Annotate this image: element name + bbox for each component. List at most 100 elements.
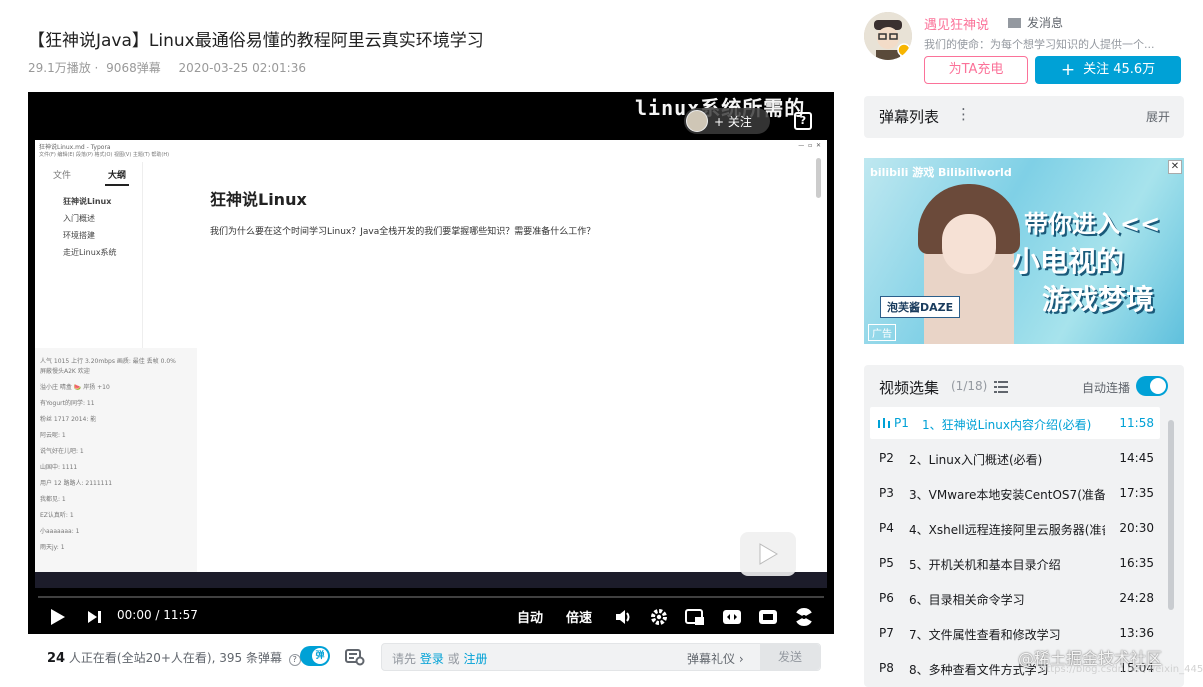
episode-number: P7 [879, 626, 894, 640]
playing-icon [878, 418, 890, 428]
episode-number: P1 [894, 416, 909, 430]
up-avatar[interactable] [864, 12, 912, 60]
time-separator: / [151, 608, 164, 622]
doc-scrollbar [816, 158, 821, 198]
avatar-icon [864, 12, 912, 60]
chat-line: 山国中: 1111 [40, 464, 78, 471]
help-icon[interactable]: ? [794, 112, 812, 130]
episode-item[interactable]: P3 3、VMware本地安装CentOS7(准备工作) 17:35 [870, 477, 1160, 509]
fullscreen-icon[interactable] [794, 607, 814, 627]
episode-title: 5、开机关机和基本目录介绍 [909, 558, 1061, 572]
danmaku-input[interactable]: 请先 登录 或 注册 弹幕礼仪 › 发送 [381, 643, 821, 671]
volume-icon[interactable] [614, 608, 632, 626]
episode-duration: 20:30 [1119, 521, 1154, 535]
danmaku-list-header[interactable]: 弹幕列表 ⋮ 展开 [864, 96, 1184, 138]
episode-item[interactable]: P6 6、目录相关命令学习 24:28 [870, 582, 1160, 614]
chat-line: 雨天jy: 1 [40, 544, 65, 551]
auto-quality-button[interactable]: 自动 [517, 607, 543, 626]
episode-item[interactable]: P5 5、开机关机和基本目录介绍 16:35 [870, 547, 1160, 579]
danmaku-count: 9068弹幕 [106, 61, 161, 75]
ad-headline: 小电视的 [1012, 245, 1125, 278]
typora-sidebar: 文件 大纲 狂神说Linux 入门概述 环境搭建 走近Linux系统 [35, 162, 143, 372]
danmaku-etiquette-link[interactable]: 弹幕礼仪 › [687, 650, 744, 667]
live-chat-panel: 人气 1015 上行 3.20mbps 画质: 最佳 丢帧 0.0% 屏蔽慢头A… [35, 348, 197, 572]
player-follow-label: + 关注 [714, 114, 752, 129]
episode-duration: 16:35 [1119, 556, 1154, 570]
danmaku-settings-icon[interactable] [345, 648, 365, 666]
chat-line: 屏蔽慢头A2K 欢迎 [40, 368, 90, 375]
ad-headline: 带你进入<< [1024, 210, 1161, 238]
center-play-button[interactable] [740, 532, 796, 576]
outline-item: 入门概述 [63, 214, 95, 223]
episode-duration: 14:45 [1119, 451, 1154, 465]
player-follow-button[interactable]: + 关注 [684, 108, 770, 134]
next-icon[interactable] [86, 609, 102, 625]
play-icon[interactable] [48, 608, 66, 626]
danmaku-list-title: 弹幕列表 [879, 108, 940, 126]
close-icon[interactable]: ✕ [1168, 160, 1182, 174]
progress-bar[interactable] [38, 596, 824, 598]
episode-item[interactable]: P2 2、Linux入门概述(必看) 14:45 [870, 442, 1160, 474]
autoplay-label: 自动连播 [1082, 381, 1131, 395]
login-link[interactable]: 登录 [420, 652, 444, 666]
play-icon [759, 543, 778, 565]
episode-item[interactable]: P1 1、狂神说Linux内容介绍(必看) 11:58 [870, 407, 1160, 439]
episode-title: 4、Xshell远程连接阿里云服务器(准备... [909, 523, 1105, 537]
avatar [686, 110, 708, 132]
pip-icon[interactable] [685, 608, 705, 626]
episode-count: (1/18) [951, 379, 988, 393]
settings-icon[interactable] [650, 608, 668, 626]
episode-duration: 11:58 [1119, 416, 1154, 430]
login-prompt: 请先 [392, 652, 420, 666]
more-icon[interactable]: ⋮ [956, 105, 971, 123]
publish-date: 2020-03-25 02:01:36 [178, 61, 306, 75]
time-display: 00:00 / 11:57 [117, 608, 198, 622]
ad-banner[interactable]: bilibili 游戏 Bilibiliworld 带你进入<< 小电视的 游戏… [864, 158, 1184, 344]
chat-line: 阿云呢: 1 [40, 432, 66, 439]
outline-item: 走近Linux系统 [63, 248, 117, 257]
episode-item[interactable]: P4 4、Xshell远程连接阿里云服务器(准备... 20:30 [870, 512, 1160, 544]
video-player[interactable]: 狂神说Linux.md - Typora 文件(F) 编辑(E) 段落(P) 格… [28, 92, 834, 634]
episode-number: P5 [879, 556, 894, 570]
expand-button[interactable]: 展开 [1146, 108, 1170, 125]
viewer-count: 24 [47, 651, 66, 666]
autoplay-toggle[interactable] [1136, 376, 1168, 396]
speed-button[interactable]: 倍速 [566, 607, 592, 626]
episode-list-scrollbar[interactable] [1168, 420, 1174, 610]
episode-title: 7、文件属性查看和修改学习 [909, 628, 1061, 642]
charge-button[interactable]: 为TA充电 [924, 56, 1028, 84]
watermark-url: https://blog.csdn.net/weixin_44560643 [1040, 664, 1203, 675]
typora-window-title: 狂神说Linux.md - Typora [39, 144, 111, 151]
danmaku-toggle[interactable]: 弹 [300, 646, 330, 666]
episode-title: 2、Linux入门概述(必看) [909, 453, 1043, 467]
viewer-stats: 24 人正在看(全站20+人在看), 395 条弹幕 ? [47, 649, 301, 666]
widescreen-icon[interactable] [722, 608, 742, 626]
time-total: 11:57 [163, 608, 198, 622]
ad-headline: 游戏梦境 [1042, 283, 1155, 316]
danmaku-input-placeholder: 请先 登录 或 注册 [392, 650, 488, 667]
video-meta: 29.1万播放 · 9068弹幕 2020-03-25 02:01:36 [28, 59, 310, 76]
send-message-label: 发消息 [1027, 16, 1064, 30]
register-link[interactable]: 注册 [463, 652, 487, 666]
doc-title: 狂神说Linux [210, 190, 307, 209]
episode-duration: 13:36 [1119, 626, 1154, 640]
send-message-link[interactable]: 发消息 [1008, 14, 1063, 31]
outline-item: 环境搭建 [63, 231, 95, 240]
video-title: 【狂神说Java】Linux最通俗易懂的教程阿里云真实环境学习 [28, 31, 484, 51]
up-name[interactable]: 遇见狂神说 [924, 14, 989, 33]
chat-stats: 人气 1015 上行 3.20mbps 画质: 最佳 丢帧 0.0% [40, 358, 176, 365]
episode-list-title: 视频选集 [879, 379, 940, 397]
typora-titlebar: 狂神说Linux.md - Typora 文件(F) 编辑(E) 段落(P) 格… [35, 140, 827, 160]
follow-button[interactable]: + 关注 45.6万 [1035, 56, 1181, 84]
send-button[interactable]: 发送 [760, 644, 820, 670]
info-icon[interactable]: ? [288, 654, 301, 666]
typora-menu: 文件(F) 编辑(E) 段落(P) 格式(O) 视图(V) 主题(T) 帮助(H… [39, 152, 170, 158]
viewer-text: 人正在看(全站20+人在看), 395 条弹幕 [65, 651, 282, 665]
ad-character-image [918, 184, 1020, 344]
list-icon[interactable] [994, 381, 1008, 393]
chat-line: EZ认真听: 1 [40, 512, 74, 519]
web-fullscreen-icon[interactable] [758, 608, 778, 626]
outline-item: 狂神说Linux [63, 197, 112, 206]
plus-icon: + [1060, 60, 1076, 80]
chat-line: 粉丝 1717 2014: 能 [40, 416, 97, 423]
